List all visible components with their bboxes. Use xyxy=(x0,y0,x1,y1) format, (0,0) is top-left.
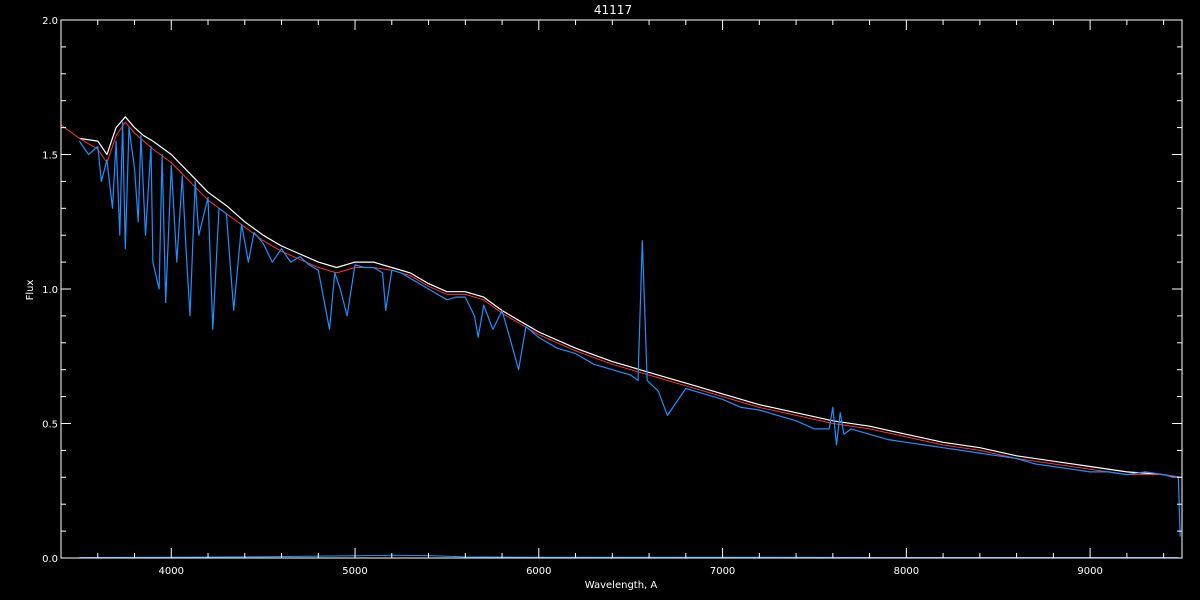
chart-background xyxy=(0,0,1200,600)
x-tick-label: 7000 xyxy=(710,566,735,577)
y-tick-label: 2.0 xyxy=(42,16,58,27)
y-tick-label: 1.0 xyxy=(42,285,58,296)
x-tick-label: 4000 xyxy=(159,566,184,577)
x-tick-label: 5000 xyxy=(342,566,367,577)
x-tick-label: 8000 xyxy=(894,566,919,577)
x-tick-label: 9000 xyxy=(1077,566,1102,577)
y-tick-label: 1.5 xyxy=(42,151,58,162)
spectrum-chart: 41117 4000 5000 6000 7000 8000 9000 0.0 0.5 1.0… xyxy=(0,0,1200,600)
y-tick-label: 0.5 xyxy=(42,420,58,431)
y-axis-label: Flux xyxy=(25,280,36,301)
chart-title: 41117 xyxy=(594,3,632,17)
y-tick-label: 0.0 xyxy=(42,554,58,565)
x-axis-label: Wavelength, A xyxy=(585,580,658,591)
x-tick-label: 6000 xyxy=(526,566,551,577)
